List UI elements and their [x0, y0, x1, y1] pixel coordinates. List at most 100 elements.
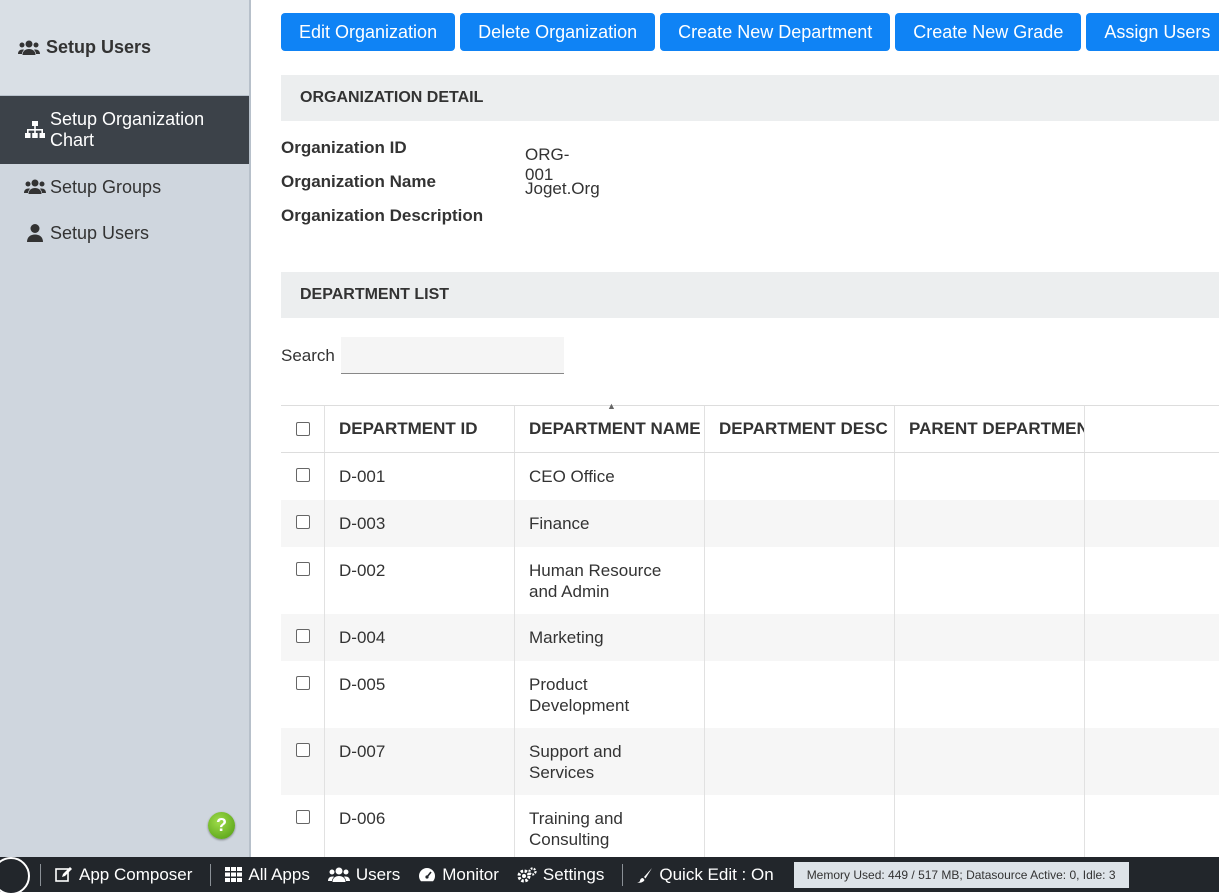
search-bar: Search — [281, 337, 564, 374]
cell-parent-department — [895, 614, 1085, 661]
column-header-department-name[interactable]: DEPARTMENT NAME — [515, 406, 705, 452]
sidebar-item-label: Setup Users — [50, 222, 150, 243]
sitemap-icon — [24, 121, 46, 139]
delete-organization-button[interactable]: Delete Organization — [460, 13, 656, 51]
cell-parent-department — [895, 661, 1085, 728]
table-body: D-001 CEO Office D-003 Finance D-002 Hum… — [281, 453, 1219, 862]
all-apps-link[interactable]: All Apps — [225, 865, 310, 885]
cell-department-name: Finance — [515, 500, 705, 547]
department-list-header: DEPARTMENT LIST — [281, 272, 1219, 318]
table-row[interactable]: D-003 Finance — [281, 500, 1219, 547]
cell-department-name: Product Development — [515, 661, 705, 728]
sidebar: Setup Users Setup Organization Chart Set… — [0, 0, 251, 857]
cell-department-desc — [705, 661, 895, 728]
organization-detail-header: ORGANIZATION DETAIL — [281, 75, 1219, 121]
row-checkbox[interactable] — [295, 676, 310, 690]
admin-bar: App Composer All Apps Users Monitor Sett — [0, 857, 1219, 895]
row-checkbox-cell — [281, 795, 325, 862]
assign-users-button[interactable]: Assign Users — [1086, 13, 1219, 51]
cell-department-id: D-006 — [325, 795, 515, 862]
column-header-department-id[interactable]: DEPARTMENT ID — [325, 406, 515, 452]
sidebar-item-setup-organization-chart[interactable]: Setup Organization Chart — [0, 96, 249, 164]
sidebar-item-label: Setup Organization Chart — [50, 109, 205, 150]
users-link[interactable]: Users — [327, 865, 400, 885]
detail-value: Joget.Org — [525, 179, 600, 198]
users-icon — [327, 867, 350, 882]
cell-department-desc — [705, 614, 895, 661]
create-new-department-button[interactable]: Create New Department — [660, 13, 891, 51]
table-row[interactable]: D-004 Marketing — [281, 614, 1219, 661]
cell-department-name: Training and Consulting — [515, 795, 705, 862]
help-icon[interactable]: ? — [208, 812, 235, 839]
edit-organization-button[interactable]: Edit Organization — [281, 13, 456, 51]
select-all-cell — [281, 406, 325, 452]
sidebar-item-setup-groups[interactable]: Setup Groups — [0, 164, 249, 210]
dashboard-icon — [419, 867, 436, 881]
sidebar-item-label: Setup Groups — [50, 176, 162, 197]
search-label: Search — [281, 345, 335, 365]
row-checkbox-cell — [281, 614, 325, 661]
cell-department-name: Human Resource and Admin — [515, 547, 705, 614]
cell-department-desc — [705, 547, 895, 614]
separator — [622, 863, 624, 886]
memory-status: Memory Used: 449 / 517 MB; Datasource Ac… — [793, 861, 1129, 888]
toolbar: Edit Organization Delete Organization Cr… — [281, 13, 1219, 51]
sidebar-item-setup-users[interactable]: Setup Users — [0, 210, 249, 256]
row-checkbox-cell — [281, 661, 325, 728]
gears-icon — [517, 866, 537, 882]
cell-department-name: Support and Services — [515, 728, 705, 795]
column-header-parent-department[interactable]: PARENT DEPARTMENT — [895, 406, 1085, 452]
row-checkbox[interactable] — [295, 629, 310, 643]
cell-department-id: D-002 — [325, 547, 515, 614]
department-table: ▲ DEPARTMENT ID DEPARTMENT NAME DEPARTME… — [281, 401, 1219, 862]
app-composer-link[interactable]: App Composer — [55, 865, 192, 885]
cell-department-desc — [705, 795, 895, 862]
users-icon — [18, 40, 40, 55]
row-checkbox-cell — [281, 547, 325, 614]
cell-parent-department — [895, 795, 1085, 862]
row-checkbox-cell — [281, 453, 325, 500]
cell-department-name: CEO Office — [515, 453, 705, 500]
quick-edit-toggle[interactable]: Quick Edit : On — [637, 865, 774, 885]
row-checkbox[interactable] — [295, 562, 310, 576]
table-row[interactable]: D-007 Support and Services — [281, 728, 1219, 795]
row-checkbox-cell — [281, 500, 325, 547]
edit-icon — [55, 866, 72, 882]
detail-label: Organization Name — [281, 172, 436, 191]
row-checkbox[interactable] — [295, 468, 310, 482]
cell-department-id: D-001 — [325, 453, 515, 500]
separator — [40, 863, 41, 886]
separator — [210, 863, 212, 886]
cell-department-id: D-003 — [325, 500, 515, 547]
cell-parent-department — [895, 728, 1085, 795]
brush-icon — [637, 867, 653, 883]
sidebar-header: Setup Users — [0, 0, 249, 96]
sort-caret-icon: ▲ — [607, 401, 616, 411]
joget-logo[interactable] — [0, 857, 30, 895]
cell-parent-department — [895, 547, 1085, 614]
grid-icon — [225, 867, 243, 882]
cell-department-id: D-005 — [325, 661, 515, 728]
row-checkbox[interactable] — [295, 515, 310, 529]
users-icon — [24, 179, 46, 195]
cell-department-name: Marketing — [515, 614, 705, 661]
monitor-link[interactable]: Monitor — [418, 865, 499, 885]
detail-label: Organization Description — [281, 206, 484, 225]
settings-link[interactable]: Settings — [517, 865, 604, 885]
column-header-department-desc[interactable]: DEPARTMENT DESC — [705, 406, 895, 452]
cell-department-desc — [705, 453, 895, 500]
sidebar-header-label: Setup Users — [46, 37, 152, 57]
table-row[interactable]: D-002 Human Resource and Admin — [281, 547, 1219, 614]
cell-department-desc — [705, 728, 895, 795]
row-checkbox[interactable] — [295, 810, 310, 824]
cell-department-id: D-007 — [325, 728, 515, 795]
row-checkbox[interactable] — [295, 743, 310, 757]
table-row[interactable]: D-006 Training and Consulting — [281, 795, 1219, 862]
select-all-checkbox[interactable] — [295, 422, 310, 436]
cell-parent-department — [895, 500, 1085, 547]
table-row[interactable]: D-001 CEO Office — [281, 453, 1219, 500]
create-new-grade-button[interactable]: Create New Grade — [895, 13, 1082, 51]
search-input[interactable] — [340, 337, 564, 374]
table-row[interactable]: D-005 Product Development — [281, 661, 1219, 728]
table-header: ▲ DEPARTMENT ID DEPARTMENT NAME DEPARTME… — [281, 401, 1219, 453]
